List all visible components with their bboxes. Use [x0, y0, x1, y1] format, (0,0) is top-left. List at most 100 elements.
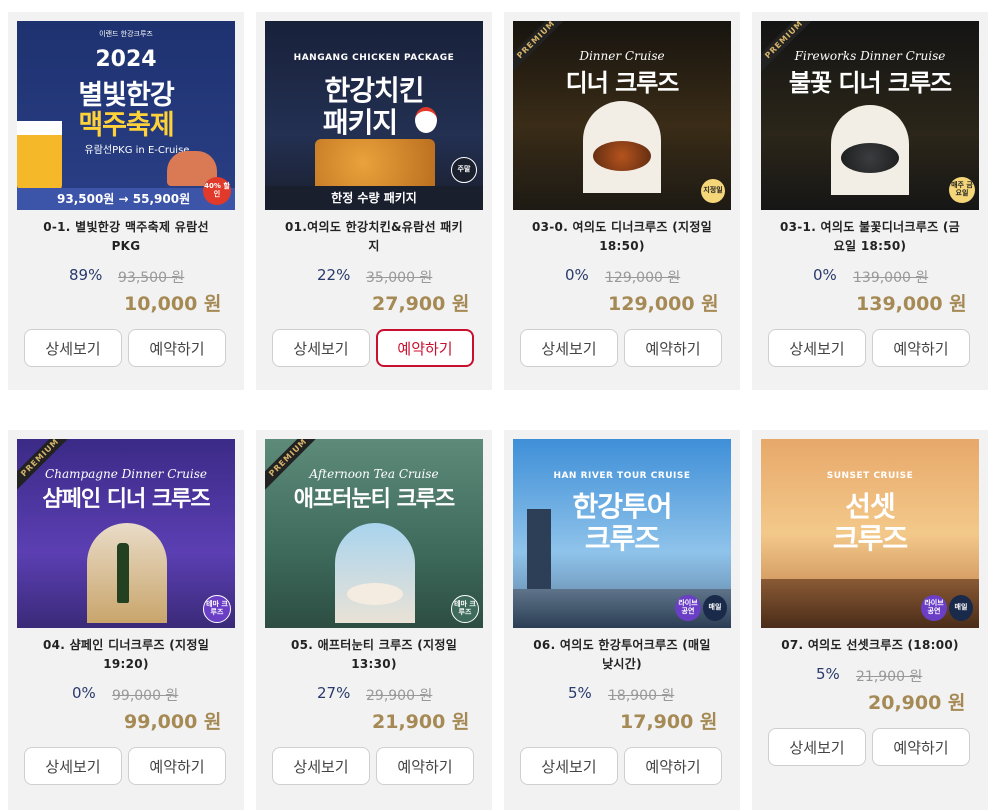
product-thumbnail[interactable]: HAN RIVER TOUR CRUISE 한강투어 크루즈 라이브 공연 매일	[513, 439, 731, 628]
product-title[interactable]: 06. 여의도 한강투어크루즈 (매일 낮시간)	[514, 636, 730, 674]
original-price: 99,000 원	[112, 688, 179, 704]
daily-badge: 매일	[949, 595, 973, 621]
discount-rate: 0%	[565, 266, 589, 284]
sale-price: 99,000 원	[124, 711, 222, 733]
reserve-button[interactable]: 예약하기	[376, 747, 474, 785]
product-title-line: 13:30)	[351, 657, 397, 671]
original-price: 93,500 원	[118, 270, 185, 286]
year-label: 2024	[95, 47, 157, 72]
discount-rate: 5%	[816, 665, 840, 683]
thumb-headline: 디너 크루즈	[565, 69, 680, 97]
product-title-line: 06. 여의도 한강투어크루즈 (매일	[533, 638, 711, 652]
theme-badge: 테마 크루즈	[203, 595, 231, 623]
sale-price: 20,900 원	[868, 692, 966, 714]
thumb-en-label: HAN RIVER TOUR CRUISE	[553, 471, 691, 481]
product-card: PREMIUM Afternoon Tea Cruise 애프터눈티 크루즈 테…	[256, 430, 492, 810]
original-price: 139,000 원	[853, 270, 929, 286]
detail-button[interactable]: 상세보기	[520, 329, 618, 367]
detail-button[interactable]: 상세보기	[272, 329, 370, 367]
product-title-line: PKG	[111, 239, 141, 253]
weekend-badge: 주말	[451, 157, 477, 183]
product-thumbnail[interactable]: SUNSET CRUISE 선셋 크루즈 라이브 공연 매일	[761, 439, 979, 628]
product-card: PREMIUM Champagne Dinner Cruise 샴페인 디너 크…	[8, 430, 244, 810]
reserve-button[interactable]: 예약하기	[872, 329, 970, 367]
product-title-line: 01.여의도 한강치킨&유람선 패키	[285, 220, 463, 234]
reserve-button[interactable]: 예약하기	[624, 747, 722, 785]
product-title[interactable]: 07. 여의도 선셋크루즈 (18:00)	[762, 636, 978, 655]
product-card: 이랜드 한강크루즈 2024 별빛한강 맥주축제 유람선PKG in E-Cru…	[8, 12, 244, 390]
original-price: 21,900 원	[856, 669, 923, 685]
thumb-headline: 패키지	[322, 106, 398, 139]
detail-button[interactable]: 상세보기	[768, 329, 866, 367]
thumb-headline: 크루즈	[584, 522, 660, 555]
tea-image	[335, 523, 415, 623]
product-title[interactable]: 03-0. 여의도 디너크루즈 (지정일 18:50)	[514, 218, 730, 256]
thumb-en-label: HANGANG CHICKEN PACKAGE	[293, 53, 455, 63]
thumb-en-label: SUNSET CRUISE	[826, 471, 914, 481]
detail-button[interactable]: 상세보기	[272, 747, 370, 785]
original-price: 35,000 원	[366, 270, 433, 286]
dish-image	[583, 101, 661, 193]
sale-price: 17,900 원	[620, 711, 718, 733]
thumb-headline: 불꽃 디너 크루즈	[788, 69, 952, 97]
reserve-button[interactable]: 예약하기	[128, 747, 226, 785]
sale-price: 139,000 원	[856, 293, 967, 315]
product-title[interactable]: 05. 애프터눈티 크루즈 (지정일 13:30)	[266, 636, 482, 674]
original-price: 29,900 원	[366, 688, 433, 704]
thumb-script-title: Dinner Cruise	[579, 49, 665, 63]
product-title-line: 03-1. 여의도 불꽃디너크루즈 (금	[779, 220, 961, 234]
live-badge: 라이브 공연	[675, 595, 701, 621]
sale-price: 10,000 원	[124, 293, 222, 315]
date-badge: 지정일	[701, 179, 725, 203]
product-thumbnail[interactable]: 이랜드 한강크루즈 2024 별빛한강 맥주축제 유람선PKG in E-Cru…	[17, 21, 235, 210]
detail-button[interactable]: 상세보기	[768, 728, 866, 766]
discount-rate: 27%	[317, 684, 351, 702]
limited-strip: 한정 수량 패키지	[265, 186, 483, 210]
product-card: PREMIUM Fireworks Dinner Cruise 불꽃 디너 크루…	[752, 12, 988, 390]
product-title[interactable]: 03-1. 여의도 불꽃디너크루즈 (금 요일 18:50)	[762, 218, 978, 256]
discount-badge: 40% 할인	[203, 177, 231, 205]
thumb-headline: 애프터눈티 크루즈	[293, 487, 456, 512]
detail-button[interactable]: 상세보기	[24, 747, 122, 785]
thumb-headline: 샴페인 디너 크루즈	[42, 487, 210, 512]
product-title-line: 05. 애프터눈티 크루즈 (지정일	[290, 638, 458, 652]
product-title-line: 04. 샴페인 디너크루즈 (지정일	[42, 638, 210, 652]
product-thumbnail[interactable]: HANGANG CHICKEN PACKAGE 한강치킨 패키지 주말 한정 수…	[265, 21, 483, 210]
product-title-line: 07. 여의도 선셋크루즈 (18:00)	[781, 638, 959, 652]
reserve-button[interactable]: 예약하기	[376, 329, 474, 367]
dish-image	[831, 105, 909, 195]
reserve-button[interactable]: 예약하기	[128, 329, 226, 367]
product-title-line: 18:50)	[599, 239, 645, 253]
live-badge: 라이브 공연	[921, 595, 947, 621]
thumb-script-title: Afternoon Tea Cruise	[309, 467, 439, 481]
product-title-line: 지	[368, 239, 380, 253]
discount-rate: 0%	[72, 684, 96, 702]
product-card: HAN RIVER TOUR CRUISE 한강투어 크루즈 라이브 공연 매일…	[504, 430, 740, 810]
product-title[interactable]: 0-1. 별빛한강 맥주축제 유람선 PKG	[18, 218, 234, 256]
sale-price: 27,900 원	[372, 293, 470, 315]
product-title-line: 요일 18:50)	[833, 239, 907, 253]
product-title[interactable]: 01.여의도 한강치킨&유람선 패키 지	[266, 218, 482, 256]
detail-button[interactable]: 상세보기	[24, 329, 122, 367]
original-price: 18,900 원	[608, 688, 675, 704]
discount-rate: 0%	[813, 266, 837, 284]
detail-button[interactable]: 상세보기	[520, 747, 618, 785]
sale-price: 21,900 원	[372, 711, 470, 733]
product-thumbnail[interactable]: PREMIUM Afternoon Tea Cruise 애프터눈티 크루즈 테…	[265, 439, 483, 628]
product-title-line: 19:20)	[103, 657, 149, 671]
product-card: HANGANG CHICKEN PACKAGE 한강치킨 패키지 주말 한정 수…	[256, 12, 492, 390]
discount-rate: 5%	[568, 684, 592, 702]
product-thumbnail[interactable]: PREMIUM Fireworks Dinner Cruise 불꽃 디너 크루…	[761, 21, 979, 210]
reserve-button[interactable]: 예약하기	[872, 728, 970, 766]
champagne-image	[87, 523, 167, 623]
original-price: 129,000 원	[605, 270, 681, 286]
product-thumbnail[interactable]: PREMIUM Dinner Cruise 디너 크루즈 지정일	[513, 21, 731, 210]
reserve-button[interactable]: 예약하기	[624, 329, 722, 367]
product-title[interactable]: 04. 샴페인 디너크루즈 (지정일 19:20)	[18, 636, 234, 674]
product-thumbnail[interactable]: PREMIUM Champagne Dinner Cruise 샴페인 디너 크…	[17, 439, 235, 628]
brand-label: 이랜드 한강크루즈	[99, 30, 153, 38]
product-title-line: 03-0. 여의도 디너크루즈 (지정일	[531, 220, 713, 234]
theme-badge: 테마 크루즈	[451, 595, 479, 623]
discount-rate: 89%	[69, 266, 103, 284]
product-card: SUNSET CRUISE 선셋 크루즈 라이브 공연 매일 07. 여의도 선…	[752, 430, 988, 810]
